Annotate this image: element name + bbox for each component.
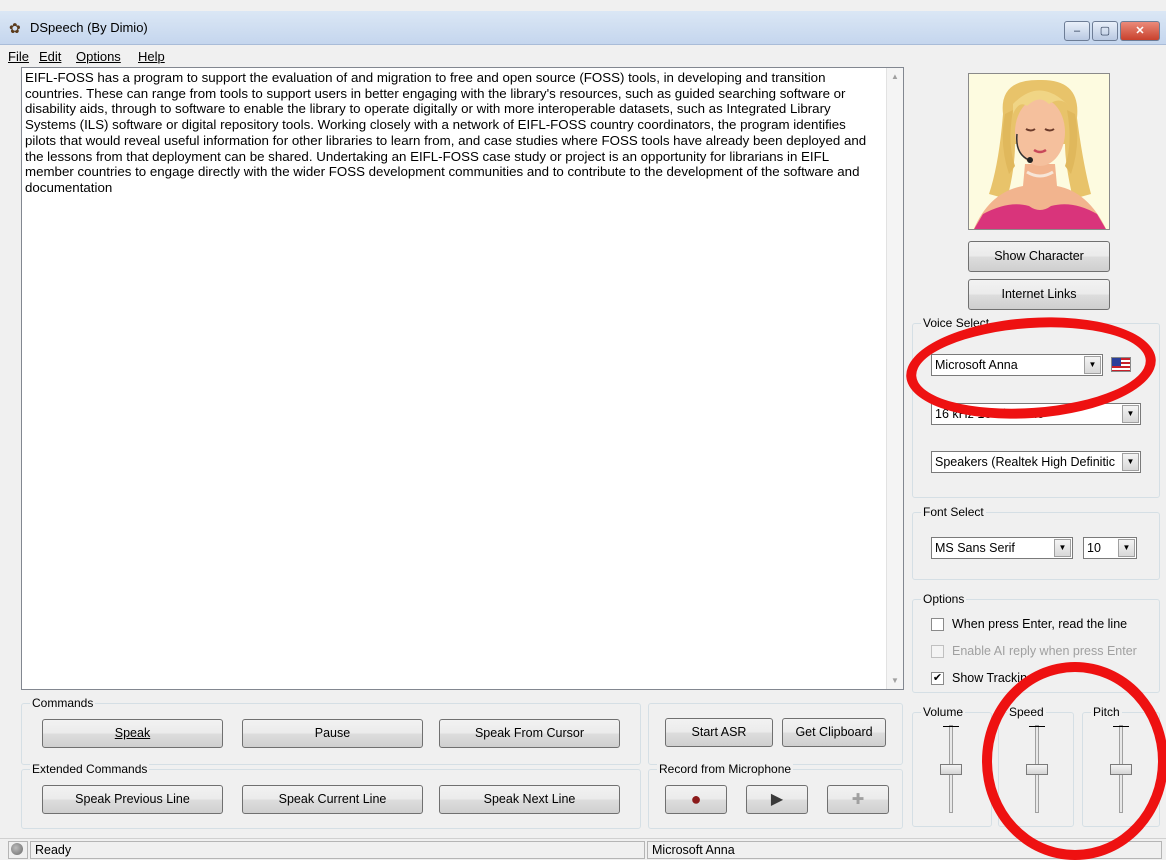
- commands-legend: Commands: [30, 696, 96, 710]
- scroll-up-arrow-icon[interactable]: ▲: [887, 68, 903, 85]
- status-text: Ready: [30, 841, 645, 859]
- title-bar[interactable]: ✿ DSpeech (By Dimio) – ▢ ✕: [0, 11, 1166, 45]
- menu-help[interactable]: Help: [138, 49, 165, 64]
- volume-label: Volume: [921, 705, 966, 719]
- speak-current-line-button[interactable]: Speak Current Line: [242, 785, 423, 814]
- status-bar: Ready Microsoft Anna: [0, 838, 1166, 860]
- volume-group: Volume: [912, 705, 992, 827]
- ai-reply-label: Enable AI reply when press Enter: [952, 644, 1137, 658]
- pitch-slider-thumb[interactable]: [1110, 764, 1132, 775]
- start-asr-button[interactable]: Start ASR: [665, 718, 773, 747]
- status-led-icon: [11, 843, 23, 855]
- close-button[interactable]: ✕: [1120, 21, 1160, 41]
- voice-select-group: Voice Select Microsoft Anna ▼ 16 kHz 16 …: [912, 316, 1160, 498]
- minimize-button[interactable]: –: [1064, 21, 1090, 41]
- record-icon: ●: [690, 789, 702, 809]
- play-icon: ▶: [770, 791, 784, 808]
- app-icon: ✿: [9, 20, 21, 36]
- output-device-value: Speakers (Realtek High Definitic: [935, 455, 1115, 469]
- font-select-group: Font Select MS Sans Serif ▼ 10 ▼: [912, 505, 1160, 580]
- pitch-tick: [1113, 726, 1129, 727]
- volume-tick: [943, 726, 959, 727]
- speed-tick: [1029, 726, 1045, 727]
- menu-file[interactable]: File: [8, 49, 29, 64]
- record-legend: Record from Microphone: [657, 762, 794, 776]
- asr-group: Start ASR Get Clipboard: [648, 703, 903, 765]
- font-size-dropdown[interactable]: 10 ▼: [1083, 537, 1137, 559]
- show-tracking-option[interactable]: ✔ Show Tracking: [931, 671, 1156, 687]
- chevron-down-icon[interactable]: ▼: [1118, 539, 1135, 557]
- extended-commands-group: Extended Commands Speak Previous Line Sp…: [21, 762, 641, 829]
- pitch-group: Pitch: [1082, 705, 1160, 827]
- text-editor[interactable]: EIFL-FOSS has a program to support the e…: [21, 67, 904, 690]
- pitch-label: Pitch: [1091, 705, 1122, 719]
- record-button[interactable]: ●: [665, 785, 727, 814]
- read-line-option[interactable]: When press Enter, read the line: [931, 617, 1156, 633]
- maximize-button[interactable]: ▢: [1092, 21, 1118, 41]
- menu-bar: File Edit Options Help: [0, 46, 1166, 66]
- chevron-down-icon[interactable]: ▼: [1122, 453, 1139, 471]
- plus-icon: ✚: [851, 791, 865, 808]
- character-picture: [968, 73, 1110, 230]
- chevron-down-icon[interactable]: ▼: [1084, 356, 1101, 374]
- extended-commands-legend: Extended Commands: [30, 762, 150, 776]
- scroll-down-arrow-icon[interactable]: ▼: [887, 672, 903, 689]
- speak-next-line-button[interactable]: Speak Next Line: [439, 785, 620, 814]
- pause-button[interactable]: Pause: [242, 719, 423, 748]
- speak-from-cursor-button[interactable]: Speak From Cursor: [439, 719, 620, 748]
- ai-reply-option[interactable]: Enable AI reply when press Enter: [931, 644, 1156, 660]
- audio-format-value: 16 kHz 16 Bit Mono: [935, 407, 1045, 421]
- dspeech-window: ✿ DSpeech (By Dimio) – ▢ ✕ File Edit Opt…: [0, 0, 1166, 860]
- voice-select-legend: Voice Select: [921, 316, 992, 330]
- show-tracking-label: Show Tracking: [952, 671, 1034, 685]
- font-select-legend: Font Select: [921, 505, 986, 519]
- checkmark-icon: ✔: [932, 672, 943, 684]
- us-flag-icon: [1111, 357, 1131, 372]
- output-device-dropdown[interactable]: Speakers (Realtek High Definitic ▼: [931, 451, 1141, 473]
- volume-slider-thumb[interactable]: [940, 764, 962, 775]
- internet-links-button[interactable]: Internet Links: [968, 279, 1110, 310]
- status-voice: Microsoft Anna: [647, 841, 1162, 859]
- vertical-scrollbar[interactable]: ▲ ▼: [886, 68, 903, 689]
- read-line-checkbox[interactable]: [931, 618, 944, 631]
- font-family-value: MS Sans Serif: [935, 541, 1015, 555]
- read-line-label: When press Enter, read the line: [952, 617, 1128, 631]
- show-tracking-checkbox[interactable]: ✔: [931, 672, 944, 685]
- options-group: Options When press Enter, read the line …: [912, 592, 1160, 693]
- options-legend: Options: [921, 592, 967, 606]
- ai-reply-checkbox[interactable]: [931, 645, 944, 658]
- font-size-value: 10: [1087, 541, 1101, 555]
- editor-text[interactable]: EIFL-FOSS has a program to support the e…: [25, 70, 880, 196]
- speak-button[interactable]: Speak: [42, 719, 223, 748]
- window-title: DSpeech (By Dimio): [30, 20, 148, 35]
- speed-slider-thumb[interactable]: [1026, 764, 1048, 775]
- voice-dropdown-value: Microsoft Anna: [935, 358, 1018, 372]
- woman-avatar-icon: [973, 79, 1106, 229]
- status-light: [8, 841, 28, 859]
- speed-group: Speed: [998, 705, 1074, 827]
- menu-options[interactable]: Options: [76, 49, 121, 64]
- chevron-down-icon[interactable]: ▼: [1122, 405, 1139, 423]
- voice-dropdown[interactable]: Microsoft Anna ▼: [931, 354, 1103, 376]
- show-character-button[interactable]: Show Character: [968, 241, 1110, 272]
- speed-label: Speed: [1007, 705, 1046, 719]
- chevron-down-icon[interactable]: ▼: [1054, 539, 1071, 557]
- menu-edit[interactable]: Edit: [39, 49, 61, 64]
- record-group: Record from Microphone ● ▶ ✚: [648, 762, 903, 829]
- audio-format-dropdown[interactable]: 16 kHz 16 Bit Mono ▼: [931, 403, 1141, 425]
- get-clipboard-button[interactable]: Get Clipboard: [782, 718, 886, 747]
- commands-group: Commands Speak Pause Speak From Cursor: [21, 696, 641, 765]
- play-button[interactable]: ▶: [746, 785, 808, 814]
- font-family-dropdown[interactable]: MS Sans Serif ▼: [931, 537, 1073, 559]
- add-recording-button[interactable]: ✚: [827, 785, 889, 814]
- speak-previous-line-button[interactable]: Speak Previous Line: [42, 785, 223, 814]
